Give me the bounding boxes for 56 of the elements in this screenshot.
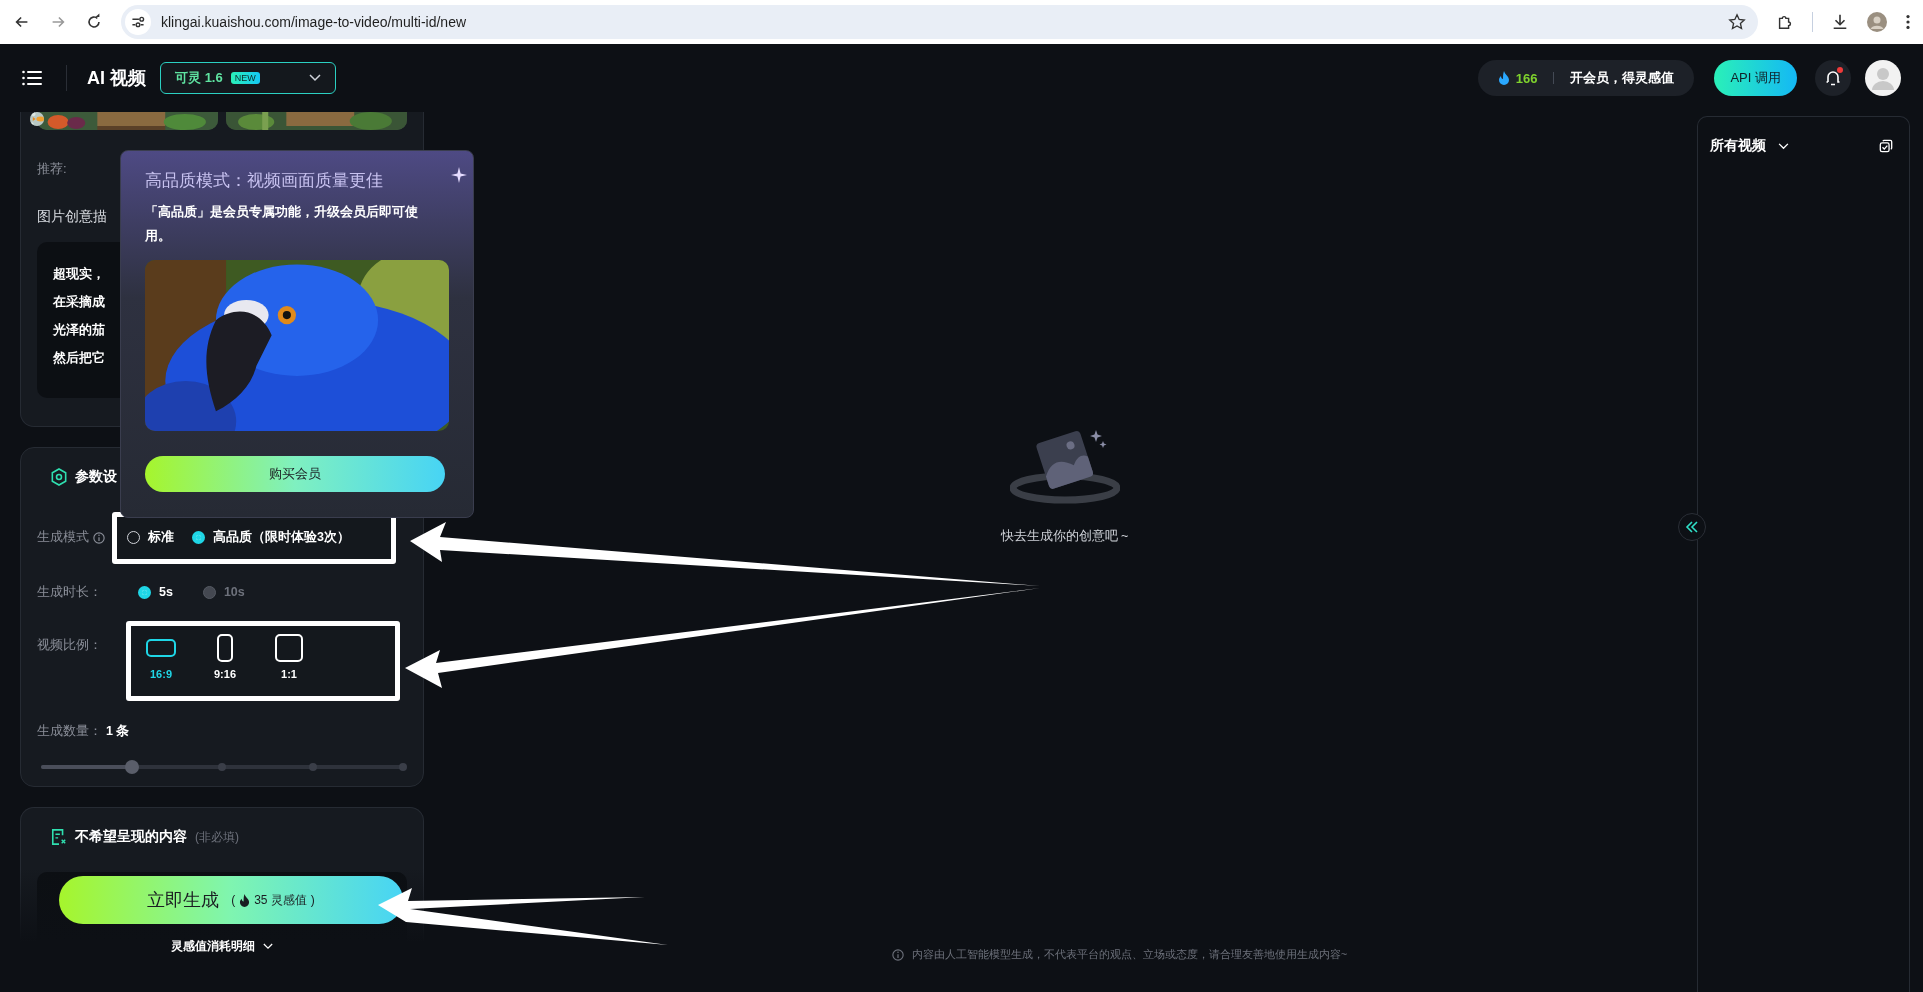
optional-hint: (非必填) xyxy=(195,828,239,846)
bookmark-star-icon[interactable] xyxy=(1728,13,1746,31)
menu-icon[interactable] xyxy=(22,70,42,86)
membership-link[interactable]: 开会员，得灵感值 xyxy=(1570,69,1675,87)
generate-button[interactable]: 立即生成 ( 35 灵感值 ) xyxy=(59,876,403,924)
video-filter-dropdown[interactable]: 所有视频 xyxy=(1710,137,1789,155)
user-avatar[interactable] xyxy=(1865,60,1901,96)
flame-icon xyxy=(1497,71,1510,85)
mode-label: 生成模式 xyxy=(37,529,89,547)
popover-text: 「高品质」是会员专属功能，升级会员后即可使用。 xyxy=(145,203,419,245)
recommend-label: 推荐: xyxy=(37,160,67,178)
info-icon xyxy=(891,948,904,961)
site-settings-icon[interactable] xyxy=(125,9,151,35)
profile-avatar-icon[interactable] xyxy=(1867,12,1887,32)
ratio-option[interactable]: 16:9 xyxy=(143,633,179,696)
url-text: klingai.kuaishou.com/image-to-video/multi-id/new xyxy=(161,14,468,30)
ratio-label: 视频比例： xyxy=(37,636,102,654)
empty-state-text: 快去生成你的创意吧 ~ xyxy=(1000,528,1129,545)
model-dropdown[interactable]: 可灵 1.6 NEW xyxy=(160,62,336,94)
notification-button[interactable] xyxy=(1815,60,1851,96)
negative-prompt-title: 不希望呈现的内容 xyxy=(75,828,187,846)
buy-membership-button[interactable]: 购买会员 xyxy=(145,456,445,492)
settings-title: 参数设 xyxy=(75,467,117,486)
double-chevron-left-icon xyxy=(1685,520,1699,534)
mode-radio[interactable]: 标准 xyxy=(127,529,174,547)
hexagon-icon xyxy=(51,467,67,486)
info-icon[interactable] xyxy=(93,531,105,544)
document-x-icon xyxy=(51,828,67,846)
address-bar[interactable]: klingai.kuaishou.com/image-to-video/multi-id/new xyxy=(121,5,1758,39)
popover-title: 高品质模式：视频画面质量更佳 xyxy=(145,170,384,192)
count-label: 生成数量： xyxy=(37,722,102,740)
flame-icon xyxy=(239,893,251,907)
extensions-icon[interactable] xyxy=(1776,13,1794,31)
new-badge: NEW xyxy=(230,72,260,84)
more-menu-icon[interactable] xyxy=(1905,13,1911,31)
description-label: 图片创意描 xyxy=(37,208,108,226)
page-title: AI 视频 xyxy=(87,67,146,90)
chevron-down-icon xyxy=(309,74,321,82)
ratio-option[interactable]: 9:16 xyxy=(207,633,243,696)
reload-icon[interactable] xyxy=(85,13,103,31)
chevron-down-icon xyxy=(263,943,273,950)
download-icon[interactable] xyxy=(1831,13,1849,31)
disclaimer-text: 内容由人工智能模型生成，不代表平台的观点、立场或态度，请合理友善地使用生成内容~ xyxy=(911,947,1348,962)
ratio-option[interactable]: 1:1 xyxy=(271,633,307,696)
duration-label: 生成时长： xyxy=(37,583,102,601)
multi-select-icon[interactable] xyxy=(1879,139,1893,153)
duration-radio[interactable]: 5s xyxy=(138,585,173,600)
sparkle-icon xyxy=(451,167,467,183)
cost-detail-link[interactable]: 灵感值消耗明细 xyxy=(171,938,273,955)
chevron-down-icon xyxy=(1778,142,1789,150)
credits-count: 166 xyxy=(1515,70,1538,86)
bell-icon xyxy=(1825,70,1841,86)
api-button[interactable]: API 调用 xyxy=(1714,60,1797,96)
mode-radio[interactable]: 高品质（限时体验3次） xyxy=(192,529,350,547)
collapse-button[interactable] xyxy=(1678,513,1706,541)
count-value: 1 条 xyxy=(106,722,130,740)
